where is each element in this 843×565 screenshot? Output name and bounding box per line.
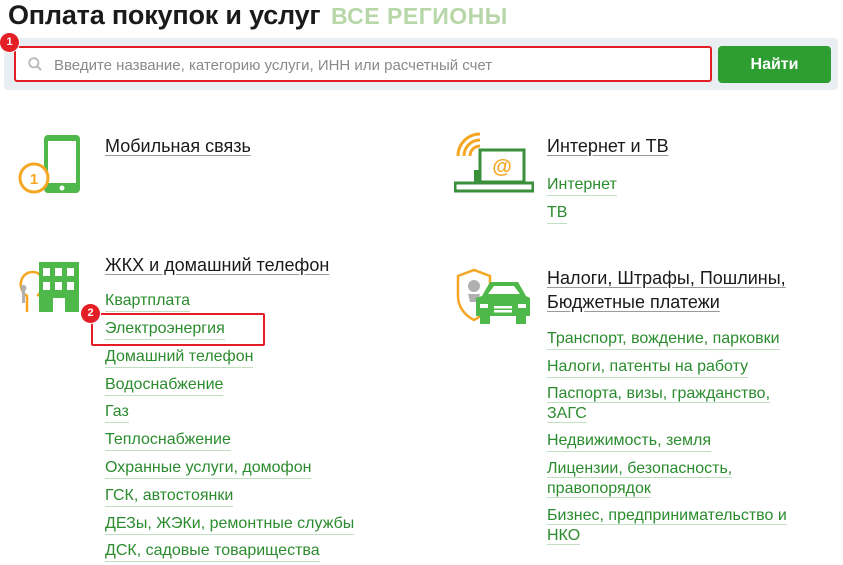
link-electricity[interactable]: Электроэнергия — [105, 319, 225, 340]
link-business-line2: НКО — [547, 527, 581, 545]
link-business-line1: Бизнес, предпринимательство и — [547, 507, 787, 525]
link-gas[interactable]: Газ — [105, 402, 129, 423]
category-taxes-title-line2: Бюджетные платежи — [547, 292, 720, 312]
page-header: Оплата покупок и услуг ВСЕ РЕГИОНЫ — [8, 0, 508, 32]
link-dsk[interactable]: ДСК, садовые товарищества — [105, 541, 320, 562]
link-security[interactable]: Охранные услуги, домофон — [105, 458, 312, 479]
house-icon — [19, 262, 79, 312]
step-badge-2: 2 — [81, 304, 100, 323]
laptop-wifi-icon: @ — [454, 132, 534, 193]
link-realty[interactable]: Недвижимость, земля — [547, 431, 712, 452]
link-passports-line1: Паспорта, визы, гражданство, — [547, 385, 771, 403]
category-taxes-title[interactable]: Налоги, Штрафы, Пошлины, Бюджетные плате… — [547, 266, 786, 314]
link-kvartplata[interactable]: Квартплата — [105, 291, 191, 312]
link-business[interactable]: Бизнес, предпринимательство и НКО — [547, 506, 787, 546]
search-input[interactable] — [52, 48, 706, 82]
find-button[interactable]: Найти — [718, 46, 831, 83]
svg-text:1: 1 — [30, 171, 38, 188]
link-passports-line2: ЗАГС — [547, 405, 587, 423]
page-title: Оплата покупок и услуг — [8, 0, 321, 30]
category-housing-title[interactable]: ЖКХ и домашний телефон — [105, 253, 329, 277]
link-licenses-line2: правопорядок — [547, 480, 651, 498]
link-taxes-patents[interactable]: Налоги, патенты на работу — [547, 357, 749, 378]
car-emblem-icon — [456, 268, 530, 324]
region-selector-link[interactable]: ВСЕ РЕГИОНЫ — [331, 3, 508, 29]
step-badge-1: 1 — [0, 33, 19, 52]
link-home-phone[interactable]: Домашний телефон — [105, 347, 254, 368]
link-tv[interactable]: ТВ — [547, 203, 568, 224]
mobile-phone-icon: 1 — [18, 135, 80, 194]
link-transport[interactable]: Транспорт, вождение, парковки — [547, 329, 780, 350]
link-garage[interactable]: ГСК, автостоянки — [105, 486, 234, 507]
search-field-highlight — [14, 46, 712, 82]
svg-text:@: @ — [492, 156, 512, 178]
link-water[interactable]: Водоснабжение — [105, 375, 224, 396]
link-licenses-line1: Лицензии, безопасность, — [547, 460, 733, 478]
link-internet[interactable]: Интернет — [547, 175, 617, 196]
link-passports[interactable]: Паспорта, визы, гражданство, ЗАГС — [547, 384, 771, 424]
category-mobile-title[interactable]: Мобильная связь — [105, 134, 251, 158]
link-dez[interactable]: ДЕЗы, ЖЭКи, ремонтные службы — [105, 514, 355, 535]
category-internet-title[interactable]: Интернет и ТВ — [547, 134, 669, 158]
search-icon — [28, 57, 42, 71]
search-bar: Найти — [4, 38, 838, 90]
link-licenses[interactable]: Лицензии, безопасность, правопорядок — [547, 459, 733, 499]
category-taxes-title-line1: Налоги, Штрафы, Пошлины, — [547, 268, 786, 288]
link-heating[interactable]: Теплоснабжение — [105, 430, 231, 451]
